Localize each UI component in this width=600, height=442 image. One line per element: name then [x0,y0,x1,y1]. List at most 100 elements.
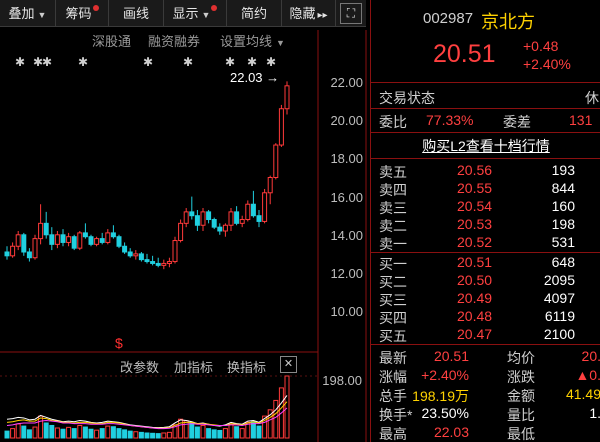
candle-body [166,261,172,264]
candle-body [239,219,245,224]
stat-label: 涨幅 [379,369,407,385]
stat-value: 1. [589,405,600,421]
candle-body [122,245,128,253]
candle-body [26,251,32,259]
volume-bar [99,428,105,439]
candle-body [250,203,256,217]
candle-body [38,222,44,240]
trade-status-label: 交易状态 [379,90,435,106]
stat-row[interactable]: 换手* 23.50% 量比 1. [371,405,600,425]
trade-status-value: 休 [585,90,599,106]
volume-bar [239,428,245,439]
volume-bar [284,375,290,439]
volume-bar [71,428,77,439]
add-indicator-button[interactable]: 加指标 [174,357,213,376]
stat-label: 量比 [507,407,535,423]
ask-row[interactable]: 卖四 20.55 844 [371,180,600,200]
ask-row[interactable]: 卖三 20.54 160 [371,198,600,218]
candle-body [144,259,150,263]
volume-bar [32,426,38,439]
volume-bar [127,430,133,439]
volume-bar [21,425,27,439]
candle-body [4,251,10,257]
candle-body [273,144,279,178]
price-change: +0.48 [523,38,559,54]
volume-bar [77,424,83,439]
stat-row[interactable]: 最高 22.03 最低 [371,424,600,442]
bid-volume: 2095 [543,272,575,288]
ask-price: 20.53 [457,216,493,232]
candle-body [110,232,116,238]
trade-status-row: 交易状态 休 [371,88,600,108]
candle-body [183,211,189,224]
candle-body [71,236,77,249]
bid-row[interactable]: 买二 20.50 2095 [371,272,600,292]
close-icon[interactable]: ✕ [280,356,297,373]
bid-row[interactable]: 买一 20.51 648 [371,254,600,274]
candle-body [194,215,200,226]
ask-volume: 531 [551,234,575,250]
bid-row[interactable]: 买四 20.48 6119 [371,308,600,328]
last-price: 20.51 [433,40,496,68]
weicha-value: 131 [569,112,593,128]
candle-body [88,236,94,245]
volume-bar [54,427,60,439]
stock-code: 002987 [423,10,474,27]
volume-bar [222,428,228,439]
volume-bar [110,426,116,439]
candle-body [99,238,105,243]
ask-level-label: 卖五 [379,164,407,180]
volume-bar [200,424,206,439]
candle-body [21,234,27,253]
volume-ma-line [6,395,288,429]
y-tick-label: 22.00 [330,75,363,90]
ask-level-label: 卖三 [379,200,407,216]
volume-bar [234,426,240,439]
stock-header: 002987 京北方 [371,8,600,32]
bid-row[interactable]: 买三 20.49 4097 [371,290,600,310]
volume-bar [88,428,94,439]
volume-bar [15,423,21,439]
ask-volume: 844 [551,180,575,196]
candle-body [172,240,178,263]
ask-row[interactable]: 卖二 20.53 198 [371,216,600,236]
ask-row[interactable]: 卖一 20.52 531 [371,234,600,254]
bid-row[interactable]: 买五 20.47 2100 [371,326,600,346]
stat-value: 198.19万 [412,388,469,404]
volume-axis-label: 198.00 [322,373,362,388]
volume-bar [166,431,172,439]
candle-body [222,224,228,232]
stat-value: 20.51 [433,348,469,364]
stat-label: 涨跌 [507,369,535,385]
volume-bar [138,431,144,439]
change-indicator-button[interactable]: 换指标 [227,357,266,376]
stat-row[interactable]: 最新 20.51 均价 20. [371,348,600,368]
candle-body [189,211,195,217]
candle-body [267,177,273,194]
weibi-label: 委比 [379,114,407,130]
ask-volume: 193 [551,162,575,178]
bid-level-label: 买五 [379,328,407,344]
stat-label: 均价 [507,350,535,366]
edit-params-button[interactable]: 改参数 [120,357,159,376]
volume-bar [122,429,128,439]
candle-body [32,238,38,259]
ask-volume: 198 [551,216,575,232]
l2-upgrade-link[interactable]: 购买L2查看十档行情 [371,136,600,156]
special-s-marker[interactable]: $ [115,335,123,351]
bid-level-label: 买二 [379,274,407,290]
candle-body [245,203,251,221]
ask-level-label: 卖二 [379,218,407,234]
ask-row[interactable]: 卖五 20.56 193 [371,162,600,182]
candle-body [49,234,55,245]
volume-bar [194,426,200,439]
volume-bar [82,426,88,439]
candle-body [138,253,144,261]
stat-row[interactable]: 总手 198.19万 金额 41.49 [371,386,600,406]
bid-level-label: 买四 [379,310,407,326]
candle-body [211,219,217,228]
stat-value: ▲0. [575,367,600,383]
bid-price: 20.47 [457,326,493,342]
stat-value: +2.40% [421,367,469,383]
stat-row[interactable]: 涨幅 +2.40% 涨跌 ▲0. [371,367,600,387]
